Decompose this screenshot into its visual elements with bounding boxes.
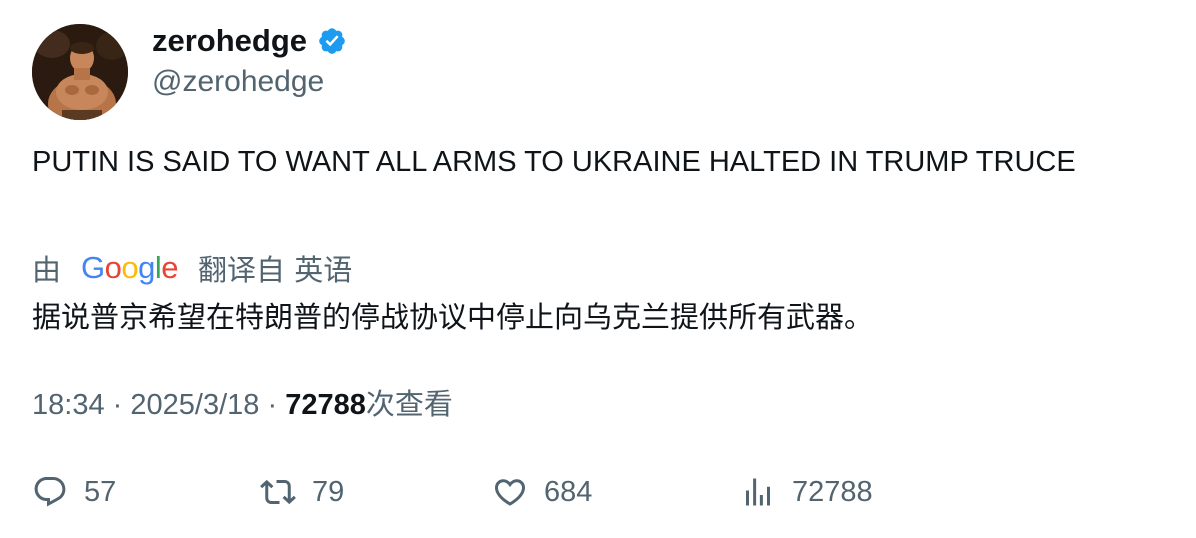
translation-attribution: 由 Google 翻译自 英语 [32,248,352,288]
tweet-text: PUTIN IS SAID TO WANT ALL ARMS TO UKRAIN… [32,146,1076,178]
display-name[interactable]: zerohedge [152,22,307,60]
translated-text: 据说普京希望在特朗普的停战协议中停止向乌克兰提供所有武器。 [32,300,874,334]
like-count: 684 [544,475,593,508]
retweet-icon [260,479,296,505]
views-count-action: 72788 [792,475,873,508]
tweet-date[interactable]: 2025/3/18 [130,389,259,421]
meta-separator: · [112,389,123,421]
bar-chart-icon [746,478,770,506]
retweet-button[interactable]: 79 [260,472,344,512]
avatar[interactable] [32,24,128,120]
display-name-row[interactable]: zerohedge [152,22,347,60]
google-logo-letter: e [161,250,179,285]
reply-button[interactable]: 57 [32,472,116,512]
heart-icon [494,479,526,506]
google-logo-letter: o [121,250,139,285]
reply-icon [34,477,66,507]
tweet-meta: 18:34 · 2025/3/18 · 72788次查看 [32,384,453,425]
translation-suffix: 翻译自 英语 [198,253,353,287]
handle[interactable]: @zerohedge [152,63,324,101]
verified-badge-icon [319,28,345,54]
meta-separator: · [267,389,278,421]
google-logo-letter: g [138,250,155,285]
like-button[interactable]: 684 [492,472,592,512]
google-logo-letter: G [81,250,105,285]
google-logo[interactable]: Google [81,248,179,288]
views-label: 次查看 [365,387,453,421]
google-logo-letter: o [104,250,122,285]
views-count: 72788 [285,389,366,421]
translation-prefix: 由 [32,253,62,287]
avatar-image [32,24,128,120]
views-button[interactable]: 72788 [740,472,873,512]
reply-count: 57 [84,475,117,508]
retweet-count: 79 [312,475,345,508]
tweet-time[interactable]: 18:34 [32,389,105,421]
